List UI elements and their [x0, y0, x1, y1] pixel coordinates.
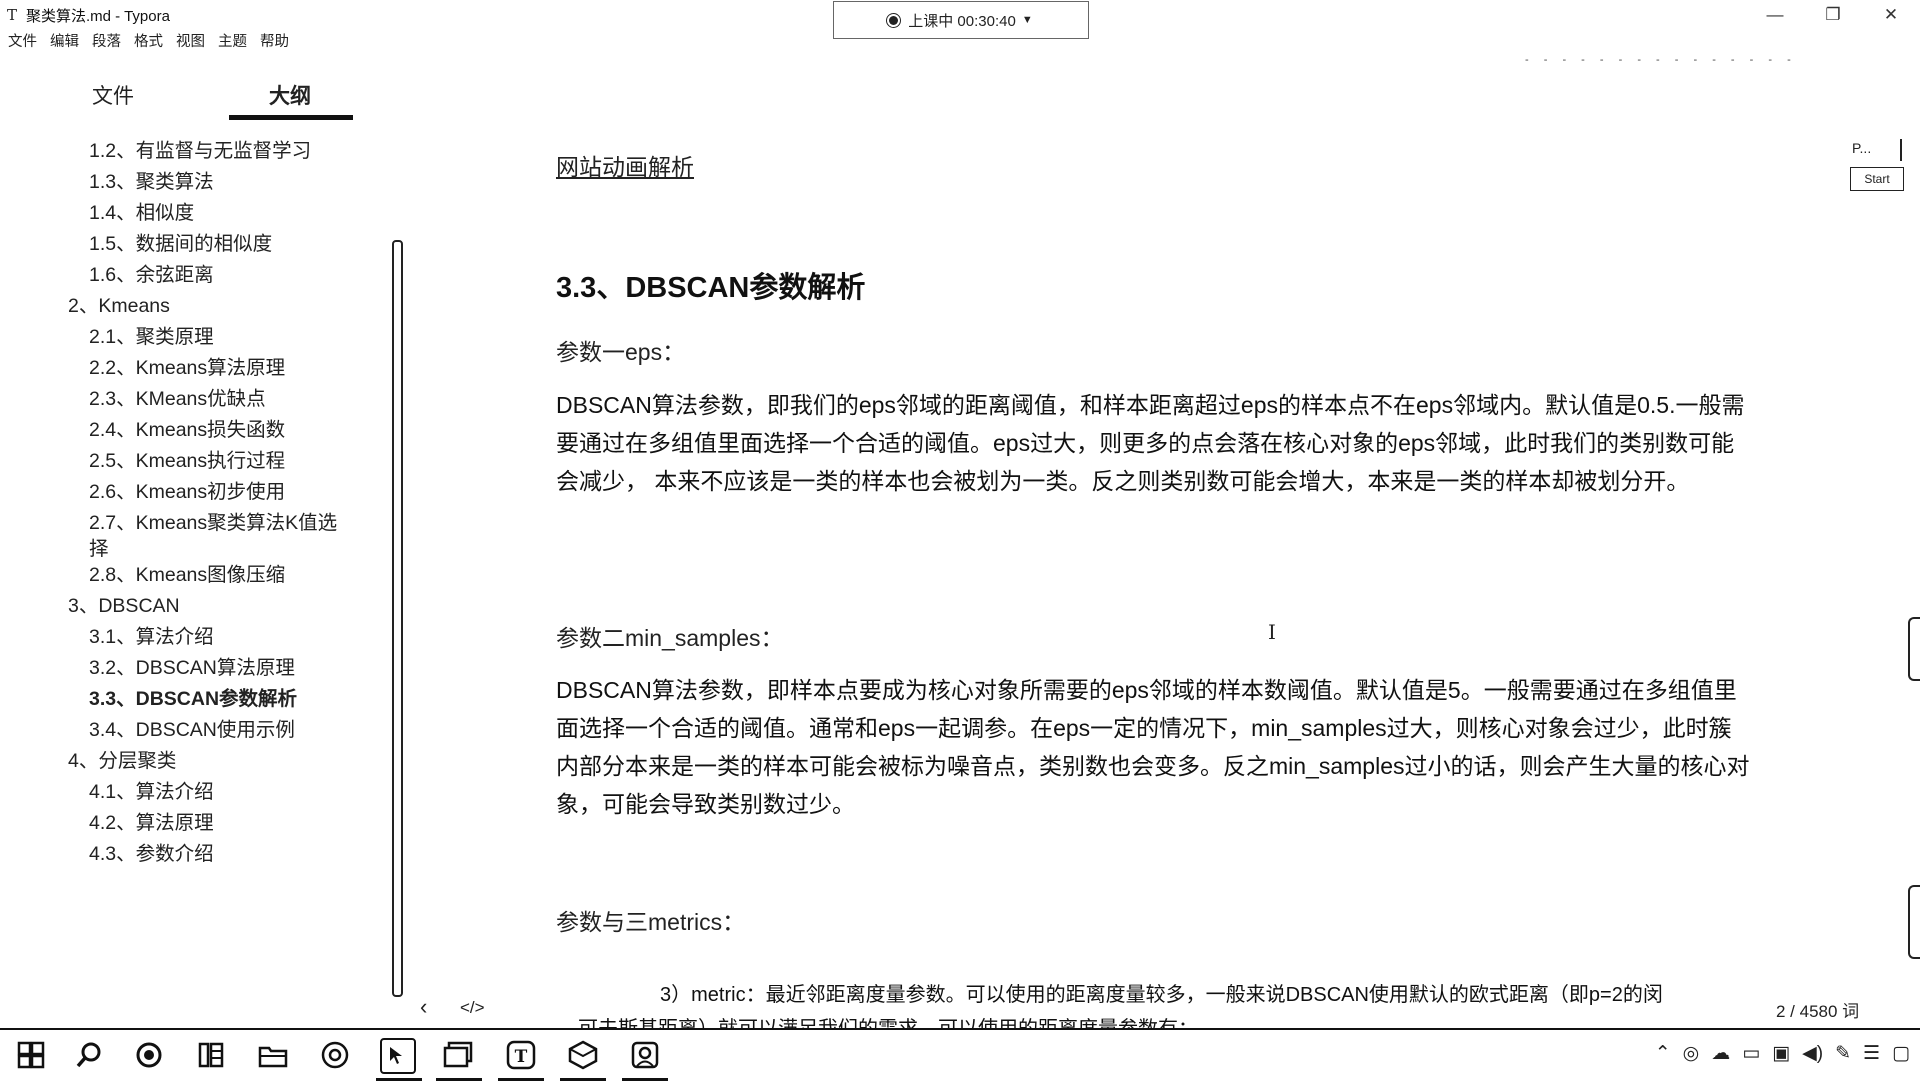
param1-text[interactable]: DBSCAN算法参数，即我们的eps邻域的距离阈值，和样本距离超过eps的样本点… [556, 386, 1751, 500]
sidebar-tabs: 文件 大纲 [60, 70, 355, 122]
param2-label[interactable]: 参数二min_samples： [556, 619, 784, 653]
display-icon[interactable]: ▭ [1742, 1042, 1760, 1065]
outline-item[interactable]: 2.7、Kmeans聚类算法K值选择 [89, 510, 354, 562]
menu-help[interactable]: 帮助 [260, 30, 289, 56]
outline-item[interactable]: 1.3、聚类算法 [89, 169, 354, 195]
param3-label[interactable]: 参数与三metrics： [556, 903, 745, 937]
outline-item[interactable]: 3、DBSCAN [68, 593, 338, 619]
section-heading[interactable]: 3.3、DBSCAN参数解析 [556, 264, 865, 306]
pictures-icon[interactable] [622, 1038, 668, 1081]
files-icon[interactable] [194, 1038, 228, 1072]
side-drawer-handle-lower[interactable] [1908, 885, 1920, 959]
outline-item[interactable]: 2.8、Kmeans图像压缩 [89, 562, 354, 588]
record-icon[interactable] [132, 1038, 166, 1072]
svg-text:T: T [515, 1047, 528, 1067]
chevron-down-icon[interactable]: ▼ [1022, 14, 1033, 26]
tab-outline[interactable]: 大纲 [269, 80, 311, 110]
param2-text[interactable]: DBSCAN算法参数，即样本点要成为核心对象所需要的eps邻域的样本数阈值。默认… [556, 671, 1751, 823]
tab-files[interactable]: 文件 [92, 80, 134, 110]
outline-item[interactable]: 2.4、Kmeans损失函数 [89, 417, 354, 443]
package-icon[interactable] [560, 1038, 606, 1081]
outline-item[interactable]: 2.1、聚类原理 [89, 324, 354, 350]
outline-item[interactable]: 3.1、算法介绍 [89, 624, 354, 650]
network-icon[interactable]: ▣ [1772, 1042, 1790, 1065]
outline-item[interactable]: 4、分层聚类 [68, 748, 338, 774]
typora-icon[interactable]: T [498, 1038, 544, 1081]
outline-item[interactable]: 1.5、数据间的相似度 [89, 231, 354, 257]
browser-icon[interactable] [318, 1038, 352, 1072]
outline-item[interactable]: 3.3、DBSCAN参数解析 [89, 686, 354, 712]
collapse-sidebar-button[interactable]: ‹ [420, 994, 427, 1020]
window-controls: — ❐ ✕ [1746, 0, 1920, 30]
menu-file[interactable]: 文件 [8, 30, 37, 56]
outline-item[interactable]: 2.3、KMeans优缺点 [89, 386, 354, 412]
minimize-button[interactable]: — [1746, 0, 1804, 30]
start-button[interactable]: Start [1850, 167, 1904, 191]
search-icon[interactable] [72, 1038, 106, 1072]
source-code-mode-button[interactable]: </> [460, 998, 485, 1018]
cloud-icon[interactable]: ☁ [1711, 1042, 1730, 1065]
recorder-divider [1900, 139, 1902, 161]
record-dot-icon [889, 15, 899, 25]
outline-item[interactable]: 1.4、相似度 [89, 200, 354, 226]
menu-view[interactable]: 视图 [176, 30, 205, 56]
menu-bar: 文件 编辑 段落 格式 视图 主题 帮助 [0, 30, 302, 56]
outline-item[interactable]: 1.2、有监督与无监督学习 [89, 138, 354, 164]
outline-item[interactable]: 3.2、DBSCAN算法原理 [89, 655, 354, 681]
pointer-app-icon[interactable] [376, 1038, 422, 1081]
side-drawer-handle[interactable] [1908, 617, 1920, 681]
outline-item[interactable]: 3.4、DBSCAN使用示例 [89, 717, 354, 743]
active-tab-indicator [229, 115, 353, 120]
doc-link[interactable]: 网站动画解析 [556, 148, 694, 182]
handwriting-scratch: ‑ ‐ ‐ ‑ ‐ ‐ ‑ ‐ ‐ ‑ ‐ ‐ ‐ ‑ ‐ [1525, 54, 1797, 66]
outline-item[interactable]: 2.2、Kmeans算法原理 [89, 355, 354, 381]
notification-icon[interactable]: ▢ [1892, 1042, 1910, 1065]
outline-item[interactable]: 1.6、余弦距离 [89, 262, 354, 288]
taskbar: T ⌃ ◎ ☁ ▭ ▣ ◀) ✎ ☰ ▢ [0, 1030, 1920, 1081]
outline-list: 1.2、有监督与无监督学习 1.3、聚类算法 1.4、相似度 1.5、数据间的相似度 1… [0, 130, 380, 1030]
metric-line[interactable]: 3）metric：最近邻距离度量参数。可以使用的距离度量较多，一般来说DBSCA… [660, 978, 1663, 1007]
word-count[interactable]: 2 / 4580 词 [1776, 997, 1859, 1022]
class-status-bar[interactable]: 上课中 00:30:40 ▼ [833, 1, 1089, 39]
menu-theme[interactable]: 主题 [218, 30, 247, 56]
outline-item[interactable]: 2.5、Kmeans执行过程 [89, 448, 354, 474]
volume-icon[interactable]: ◀) [1802, 1042, 1823, 1065]
maximize-button[interactable]: ❐ [1804, 0, 1862, 30]
tray-app-icon[interactable]: ◎ [1683, 1042, 1700, 1065]
input-method-icon[interactable]: ☰ [1863, 1042, 1880, 1065]
menu-edit[interactable]: 编辑 [50, 30, 79, 56]
outline-item[interactable]: 2.6、Kmeans初步使用 [89, 479, 354, 505]
menu-format[interactable]: 格式 [134, 30, 163, 56]
system-tray: ⌃ ◎ ☁ ▭ ▣ ◀) ✎ ☰ ▢ [1655, 1042, 1910, 1065]
metric-line-continued[interactable]: 可夫斯基距离）就可以满足我们的需求。可以使用的距离度量参数有： [578, 1012, 1198, 1028]
class-timer: 上课中 00:30:40 [908, 12, 1016, 30]
outline-item[interactable]: 4.1、算法介绍 [89, 779, 354, 805]
text-cursor-icon: I [1268, 620, 1276, 644]
sidebar-scrollbar[interactable] [392, 240, 403, 997]
typora-app-icon: T [7, 6, 18, 24]
slides-icon[interactable] [436, 1038, 482, 1081]
folder-icon[interactable] [256, 1038, 290, 1072]
window-title: 聚类算法.md - Typora [26, 8, 170, 25]
outline-item[interactable]: 4.2、算法原理 [89, 810, 354, 836]
close-button[interactable]: ✕ [1862, 0, 1920, 30]
param1-label[interactable]: 参数一eps： [556, 333, 685, 367]
menu-paragraph[interactable]: 段落 [92, 30, 121, 56]
tray-expand-icon[interactable]: ⌃ [1655, 1042, 1671, 1065]
outline-item[interactable]: 4.3、参数介绍 [89, 841, 354, 867]
outline-item[interactable]: 2、Kmeans [68, 293, 338, 319]
pen-icon[interactable]: ✎ [1835, 1042, 1851, 1065]
windows-icon[interactable] [14, 1038, 48, 1072]
recorder-label: P... [1852, 140, 1872, 156]
